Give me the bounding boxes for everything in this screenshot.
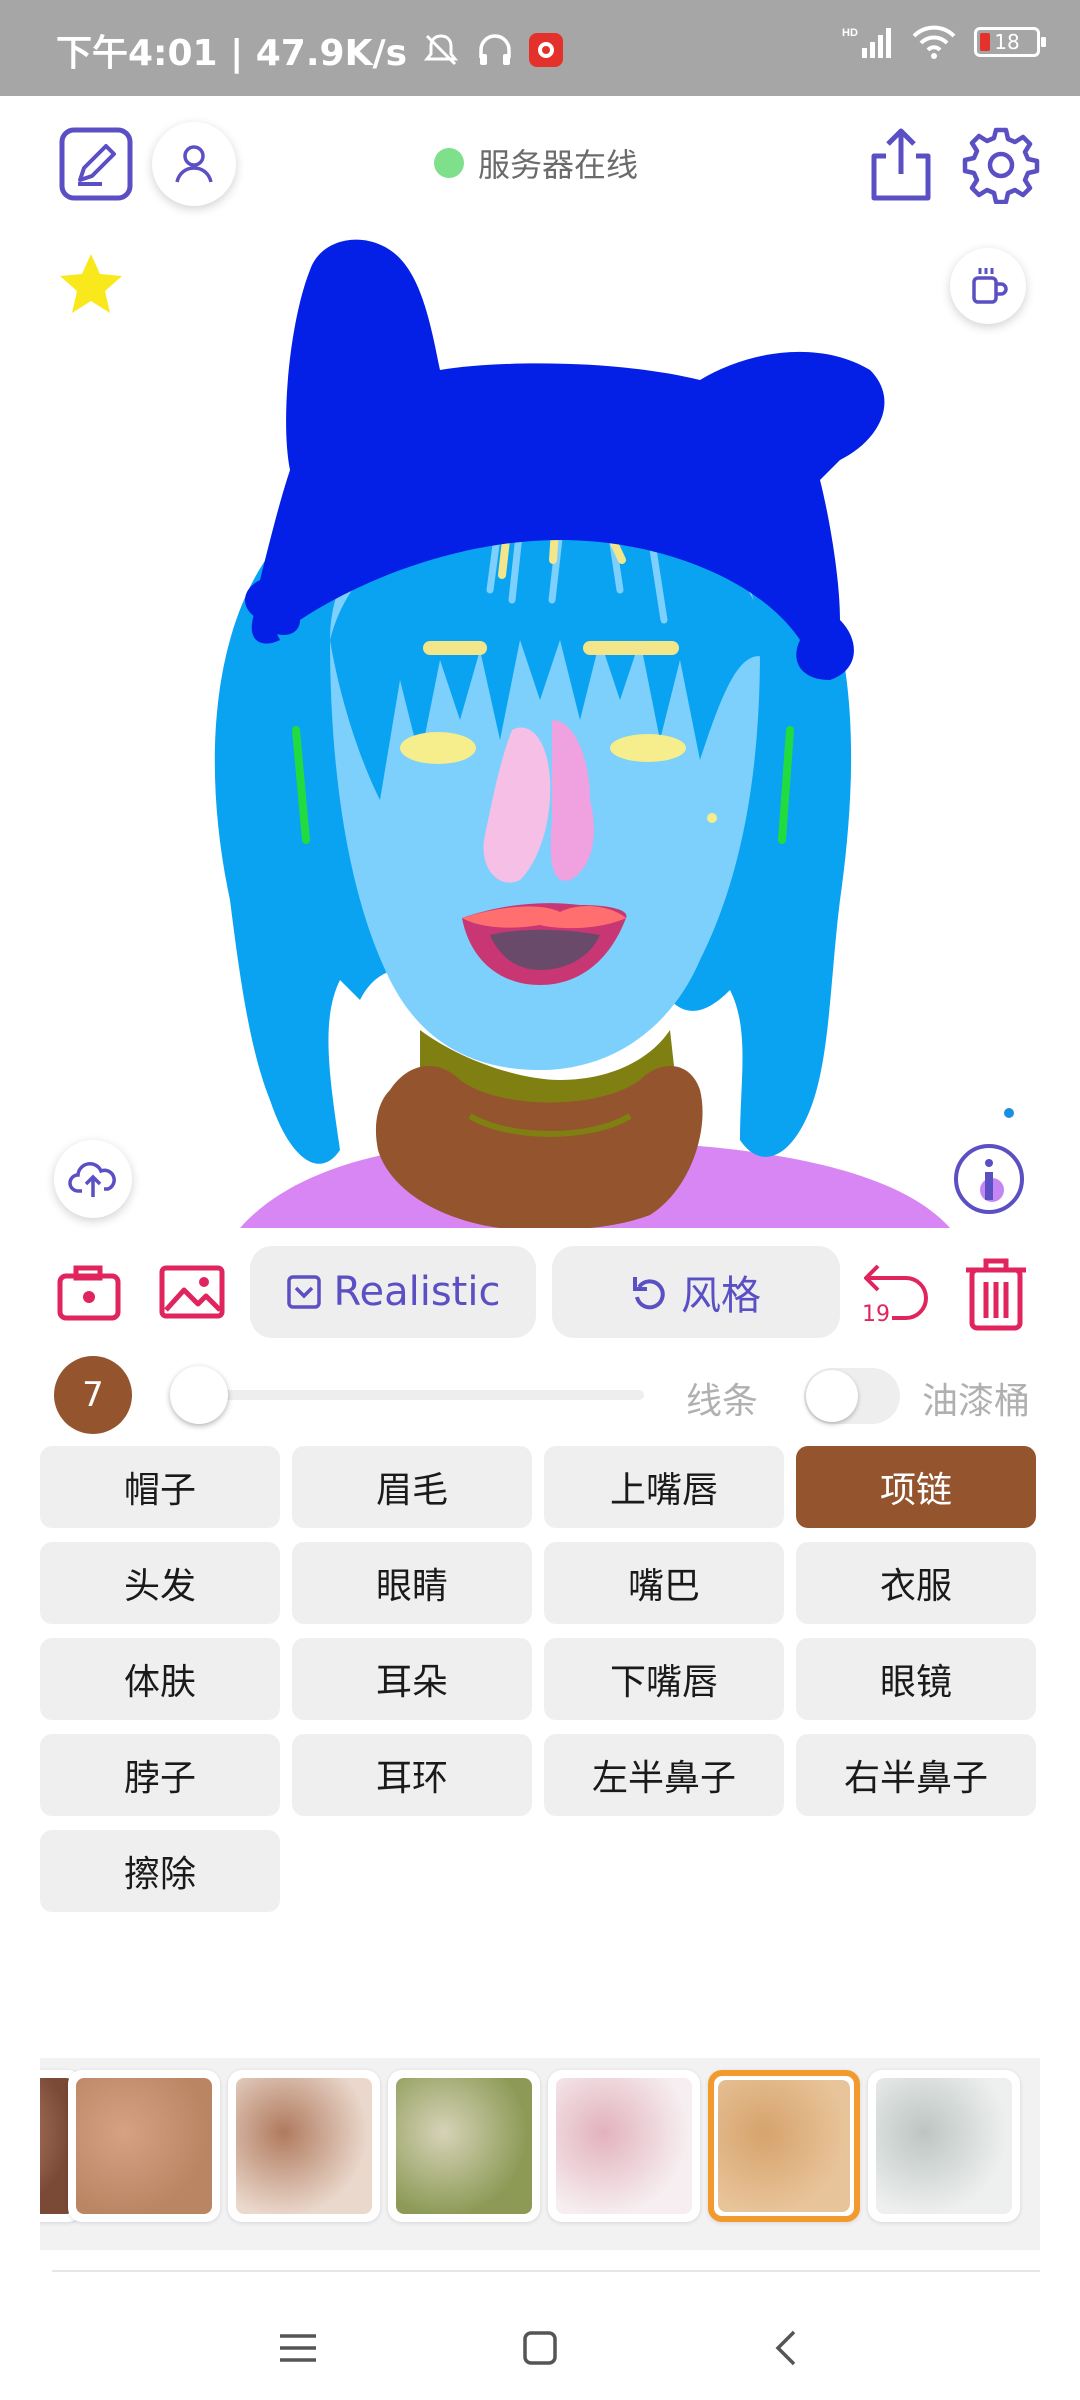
strip-divider: [52, 2270, 1040, 2272]
mute-bell-icon: [423, 34, 459, 66]
favorite-star-icon[interactable]: [56, 250, 126, 320]
camera-button[interactable]: [56, 1262, 122, 1322]
draw-mode-button[interactable]: [58, 126, 134, 202]
brush-size-slider[interactable]: [176, 1390, 644, 1400]
back-icon[interactable]: [772, 2328, 800, 2368]
style-thumbnail[interactable]: [68, 2070, 220, 2222]
texture-swatch: [876, 2078, 1012, 2214]
part-button[interactable]: 体肤: [40, 1638, 280, 1720]
home-icon[interactable]: [522, 2330, 558, 2366]
part-button[interactable]: 衣服: [796, 1542, 1036, 1624]
part-button[interactable]: 上嘴唇: [544, 1446, 784, 1528]
style-thumbnail[interactable]: [388, 2070, 540, 2222]
battery-level: 18: [994, 30, 1020, 54]
texture-swatch: [236, 2078, 372, 2214]
style-thumbnail-strip[interactable]: [40, 2058, 1040, 2250]
part-button[interactable]: 擦除: [40, 1830, 280, 1912]
coffee-button[interactable]: [950, 248, 1026, 324]
part-button[interactable]: 耳环: [292, 1734, 532, 1816]
wifi-icon: [912, 25, 956, 59]
texture-swatch: [76, 2078, 212, 2214]
sketch-drawing: [214, 239, 950, 1228]
texture-swatch: [396, 2078, 532, 2214]
part-button[interactable]: 右半鼻子: [796, 1734, 1036, 1816]
paint-bucket-label: 油漆桶: [922, 1381, 1031, 1422]
canvas-dot: [1004, 1108, 1014, 1118]
toggle-knob: [806, 1370, 858, 1422]
share-icon: [871, 128, 931, 201]
undo-count: 19: [862, 1302, 890, 1327]
style-thumbnail[interactable]: [228, 2070, 380, 2222]
style-thumbnail[interactable]: [548, 2070, 700, 2222]
part-button[interactable]: 耳朵: [292, 1638, 532, 1720]
part-button[interactable]: 头发: [40, 1542, 280, 1624]
style-label: 风格: [681, 1273, 761, 1319]
texture-swatch: [718, 2080, 850, 2212]
checkbox-icon: [286, 1275, 321, 1309]
navigation-bar: [0, 2280, 1080, 2400]
coffee-cup-icon: [972, 268, 1008, 304]
image-icon: [159, 1265, 225, 1319]
server-online-dot: [434, 148, 464, 178]
info-icon: [954, 1144, 1024, 1214]
paint-bucket-toggle[interactable]: [804, 1368, 900, 1424]
part-button[interactable]: 帽子: [40, 1446, 280, 1528]
info-button[interactable]: [950, 1140, 1028, 1218]
rotate-ccw-icon: [633, 1277, 665, 1310]
settings-button[interactable]: [962, 126, 1040, 204]
line-mode-label[interactable]: 线条: [686, 1372, 758, 1424]
delete-button[interactable]: [962, 1256, 1030, 1332]
part-button[interactable]: 眼睛: [292, 1542, 532, 1624]
part-button[interactable]: 眉毛: [292, 1446, 532, 1528]
svg-text:HD: HD: [842, 27, 858, 39]
status-left: 下午4:01 | 47.9K/s: [56, 24, 564, 76]
gear-icon: [962, 127, 1040, 204]
realistic-label: Realistic: [333, 1269, 501, 1315]
part-button[interactable]: 左半鼻子: [544, 1734, 784, 1816]
drawing-canvas[interactable]: [0, 228, 1080, 1228]
part-button[interactable]: 眼镜: [796, 1638, 1036, 1720]
part-button[interactable]: 脖子: [40, 1734, 280, 1816]
edit-pencil-icon: [59, 127, 133, 201]
brush-size-indicator[interactable]: 7: [54, 1356, 132, 1434]
slider-knob[interactable]: [170, 1366, 228, 1424]
headphones-icon: [479, 34, 511, 65]
part-button[interactable]: 嘴巴: [544, 1542, 784, 1624]
profile-button[interactable]: [152, 122, 236, 206]
upload-button[interactable]: [54, 1140, 132, 1218]
parts-grid: 帽子 眉毛 上嘴唇 项链头发 眼睛 嘴巴 衣服体肤 耳朵 下嘴唇 眼镜脖子 耳环 左半鼻子 右半鼻子擦除: [40, 1446, 1038, 1912]
signal-icon: HD: [842, 27, 891, 58]
app-screen: 下午4:01 | 47.9K/s HD 18 服务器在线 Realistic 风…: [0, 0, 1080, 2400]
style-button[interactable]: 风格: [552, 1246, 840, 1338]
realistic-toggle-button[interactable]: Realistic: [250, 1246, 536, 1338]
cloud-upload-icon: [68, 1162, 116, 1197]
camera-icon: [57, 1265, 121, 1321]
style-thumbnail[interactable]: [868, 2070, 1020, 2222]
music-app-icon: [529, 33, 564, 67]
user-icon: [175, 145, 213, 183]
server-status-label: 服务器在线: [478, 146, 639, 184]
gallery-button[interactable]: [158, 1262, 226, 1322]
status-bar: 下午4:01 | 47.9K/s HD 18: [0, 0, 1080, 96]
style-thumbnail[interactable]: [708, 2070, 860, 2222]
menu-icon[interactable]: [278, 2332, 318, 2364]
server-status: 服务器在线: [434, 140, 638, 186]
brush-size-value: 7: [82, 1375, 104, 1415]
status-time: 下午4:01 | 47.9K/s: [56, 33, 408, 74]
status-right: HD 18: [842, 24, 1046, 60]
part-button[interactable]: 下嘴唇: [544, 1638, 784, 1720]
battery-icon: 18: [974, 27, 1046, 57]
trash-icon: [966, 1258, 1026, 1331]
texture-swatch: [556, 2078, 692, 2214]
part-button[interactable]: 项链: [796, 1446, 1036, 1528]
share-button[interactable]: [866, 126, 936, 202]
